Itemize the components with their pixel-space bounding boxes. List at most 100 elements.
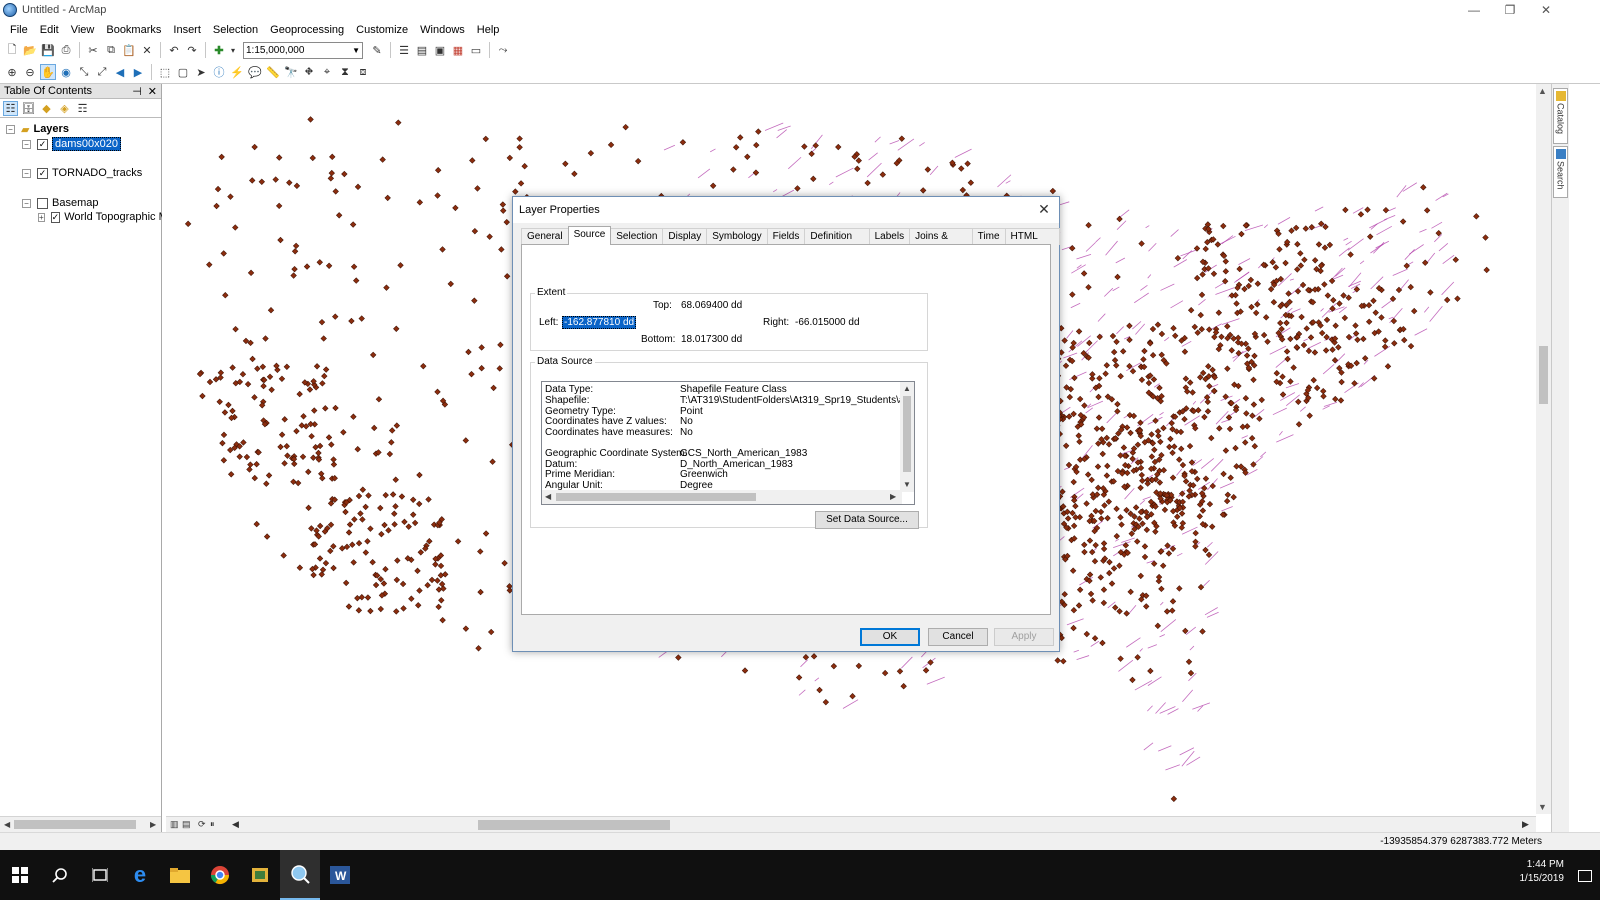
apply-button[interactable]: Apply <box>994 628 1054 646</box>
arctoolbox-icon[interactable]: ▦ <box>450 42 466 58</box>
scrollbar-thumb[interactable] <box>1539 346 1548 404</box>
minimize-button[interactable]: — <box>1456 0 1492 20</box>
task-view-button[interactable] <box>80 850 120 900</box>
cut-icon[interactable]: ✂ <box>85 42 101 58</box>
model-builder-icon[interactable]: ⤳ <box>495 42 511 58</box>
layout-view-icon[interactable]: ▤ <box>182 819 192 829</box>
map-horizontal-scrollbar-thumb[interactable] <box>478 820 670 830</box>
menu-file[interactable]: File <box>4 24 34 36</box>
viewer-window-icon[interactable]: ⧈ <box>355 64 371 80</box>
scroll-up-icon[interactable]: ▲ <box>903 384 911 393</box>
layer-name-dams[interactable]: dams00x020 <box>52 137 121 151</box>
full-extent-globe-icon[interactable]: ◉ <box>58 64 74 80</box>
fixed-zoom-out-icon[interactable]: ⤢ <box>94 64 110 80</box>
toc-close-icon[interactable]: ✕ <box>148 85 157 98</box>
measure-icon[interactable]: 📏 <box>265 64 281 80</box>
scroll-down-icon[interactable]: ▼ <box>903 480 911 489</box>
taskbar-file-explorer[interactable] <box>160 850 200 900</box>
taskbar-word[interactable]: W <box>320 850 360 900</box>
map-vertical-scrollbar[interactable]: ▲ ▼ <box>1536 84 1551 814</box>
select-features-icon[interactable]: ⬚ <box>157 64 173 80</box>
scrollbar-thumb[interactable] <box>903 396 911 472</box>
taskbar-search-button[interactable] <box>40 850 80 900</box>
scroll-left-icon[interactable]: ◀ <box>4 820 10 829</box>
data-source-horizontal-scrollbar[interactable]: ◀ ▶ <box>542 490 902 504</box>
extent-bottom-value[interactable]: 18.017300 dd <box>681 334 742 345</box>
catalog-window-icon[interactable]: ▤ <box>414 42 430 58</box>
map-scale-combo[interactable]: 1:15,000,000 ▼ <box>243 41 363 59</box>
tree-row-dams[interactable]: − ✓ dams00x020 <box>22 137 121 151</box>
tab-symbology[interactable]: Symbology <box>706 228 768 245</box>
taskbar-arccatalog[interactable] <box>240 850 280 900</box>
pan-hand-icon[interactable]: ✋ <box>40 64 56 80</box>
redo-icon[interactable]: ↷ <box>184 42 200 58</box>
tree-row-layers[interactable]: − ▰ Layers <box>6 122 69 136</box>
menu-help[interactable]: Help <box>471 24 506 36</box>
identify-icon[interactable]: ⓘ <box>211 64 227 80</box>
tab-labels[interactable]: Labels <box>868 228 911 245</box>
scroll-down-icon[interactable]: ▼ <box>1538 802 1547 812</box>
menu-selection[interactable]: Selection <box>207 24 264 36</box>
tab-html-popup[interactable]: HTML Popup <box>1004 228 1060 258</box>
set-data-source-button[interactable]: Set Data Source... <box>815 511 919 529</box>
collapse-icon[interactable]: − <box>22 198 31 208</box>
tab-display[interactable]: Display <box>662 228 708 245</box>
undo-icon[interactable]: ↶ <box>166 42 182 58</box>
zoom-out-icon[interactable]: ⊖ <box>22 64 38 80</box>
table-of-contents-icon[interactable]: ☰ <box>396 42 412 58</box>
print-icon[interactable]: ⎙ <box>58 42 74 58</box>
zoom-in-icon[interactable]: ⊕ <box>4 64 20 80</box>
find-route-icon[interactable]: ⛖ <box>301 64 317 80</box>
search-window-icon[interactable]: ▣ <box>432 42 448 58</box>
pause-drawing-icon[interactable]: ⏸ <box>210 819 220 829</box>
find-binoculars-icon[interactable]: 🔭 <box>283 64 299 80</box>
tab-fields[interactable]: Fields <box>766 228 806 245</box>
copy-icon[interactable]: ⧉ <box>103 42 119 58</box>
ok-button[interactable]: OK <box>860 628 920 646</box>
taskbar-edge[interactable]: e <box>120 850 160 900</box>
search-dock-tab[interactable]: Search <box>1553 146 1568 198</box>
save-icon[interactable]: 💾 <box>40 42 56 58</box>
taskbar-chrome[interactable] <box>200 850 240 900</box>
menu-windows[interactable]: Windows <box>414 24 471 36</box>
clear-selection-icon[interactable]: ▢ <box>175 64 191 80</box>
scrollbar-thumb[interactable] <box>14 820 136 829</box>
menu-customize[interactable]: Customize <box>350 24 414 36</box>
tree-row-world-topo[interactable]: + ✓ World Topographic Map <box>38 210 162 224</box>
tree-row-basemap[interactable]: − Basemap <box>22 196 98 210</box>
time-slider-icon[interactable]: ⧗ <box>337 64 353 80</box>
tab-selection[interactable]: Selection <box>610 228 664 245</box>
add-data-dropdown-icon[interactable]: ▾ <box>229 42 237 58</box>
list-by-visibility-icon[interactable]: ◆ <box>39 101 54 116</box>
collapse-icon[interactable]: − <box>6 124 15 134</box>
new-document-icon[interactable]: 🗋 <box>4 42 20 58</box>
collapse-icon[interactable]: − <box>22 139 31 149</box>
tab-joins-relates[interactable]: Joins & Relates <box>909 228 973 258</box>
layer-visibility-checkbox[interactable]: ✓ <box>37 138 48 150</box>
open-folder-icon[interactable]: 📂 <box>22 42 38 58</box>
fixed-zoom-in-icon[interactable]: ⤡ <box>76 64 92 80</box>
menu-view[interactable]: View <box>65 24 101 36</box>
extent-top-value[interactable]: 68.069400 dd <box>681 300 742 311</box>
pin-icon[interactable]: ⊣ <box>132 85 142 98</box>
cancel-button[interactable]: Cancel <box>928 628 988 646</box>
close-button[interactable]: ✕ <box>1528 0 1564 20</box>
layer-visibility-checkbox[interactable]: ✓ <box>37 167 48 179</box>
go-to-xy-icon[interactable]: ⌖ <box>319 64 335 80</box>
delete-icon[interactable]: ✕ <box>139 42 155 58</box>
layer-visibility-checkbox[interactable] <box>37 197 48 209</box>
layer-visibility-checkbox[interactable]: ✓ <box>50 211 61 223</box>
scroll-left-icon[interactable]: ◀ <box>545 492 551 501</box>
layer-name-tornado[interactable]: TORNADO_tracks <box>52 167 142 179</box>
add-data-icon[interactable]: ✚ <box>211 42 227 58</box>
extent-right-value[interactable]: -66.015000 dd <box>795 317 860 328</box>
menu-insert[interactable]: Insert <box>167 24 207 36</box>
scroll-right-icon[interactable]: ▶ <box>1522 819 1532 829</box>
forward-arrow-icon[interactable]: ▶ <box>130 64 146 80</box>
data-source-info-box[interactable]: Data Type: Shapefile Feature Class Shape… <box>541 381 915 505</box>
html-popup-icon[interactable]: 💬 <box>247 64 263 80</box>
list-by-source-icon[interactable]: 🗄 <box>21 101 36 116</box>
python-window-icon[interactable]: ▭ <box>468 42 484 58</box>
tab-general[interactable]: General <box>521 228 569 245</box>
tab-time[interactable]: Time <box>971 228 1006 245</box>
